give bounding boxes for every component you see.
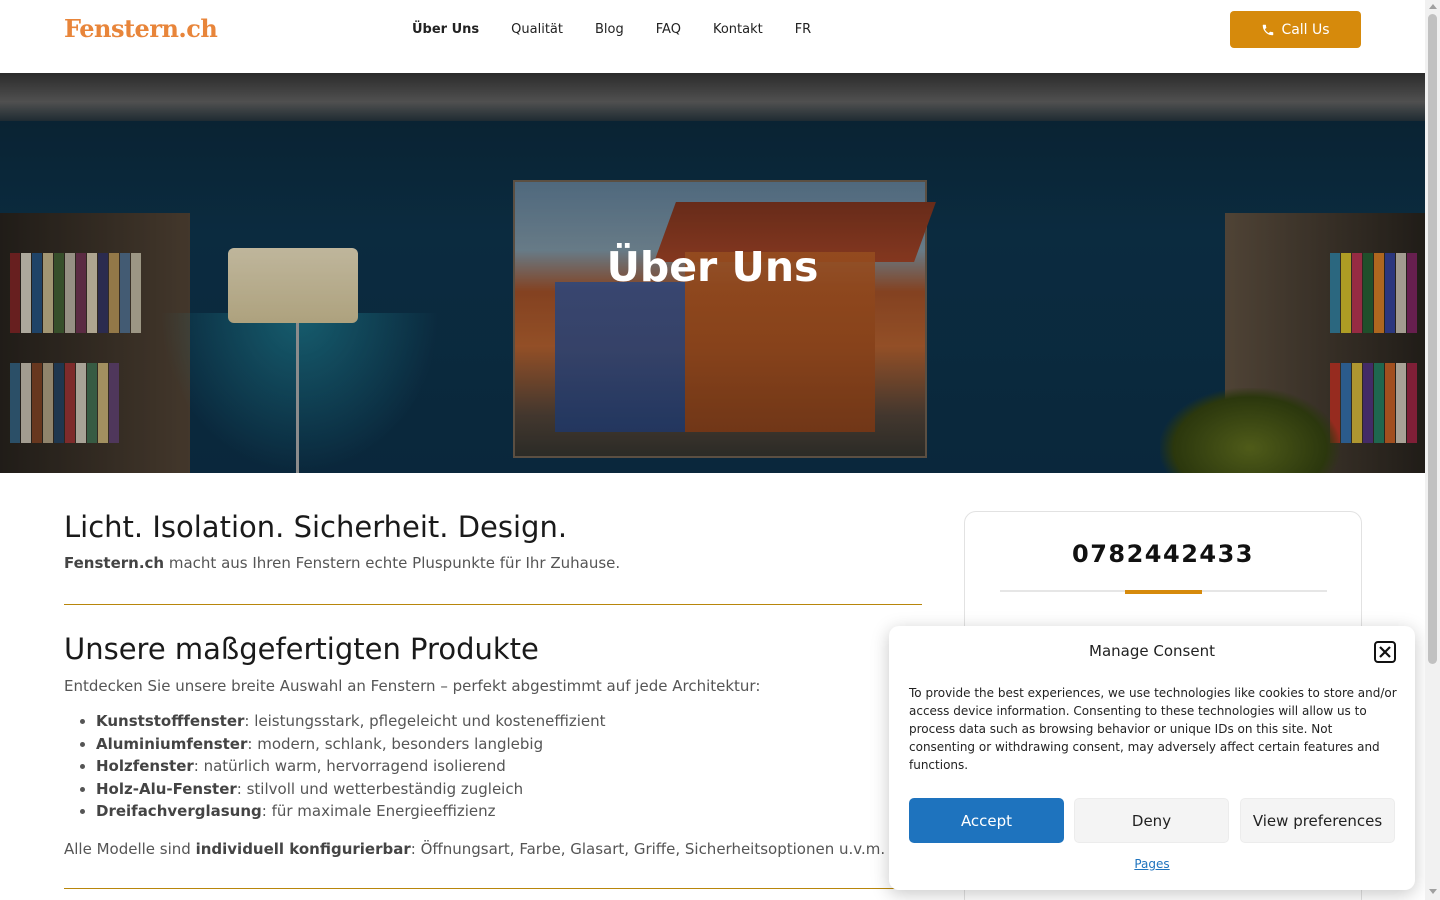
divider (64, 604, 922, 605)
phone-number[interactable]: 0782442433 (965, 540, 1361, 568)
close-button[interactable] (1374, 641, 1396, 663)
product-name: Kunststofffenster (96, 712, 245, 730)
list-item: Holzfenster: natürlich warm, hervorragen… (96, 755, 922, 778)
scroll-up-icon[interactable] (1429, 4, 1437, 9)
consent-title: Manage Consent (1089, 642, 1215, 660)
scroll-down-icon[interactable] (1429, 889, 1437, 894)
call-us-button[interactable]: Call Us (1230, 11, 1361, 48)
consent-text: To provide the best experiences, we use … (909, 686, 1397, 772)
product-desc: : modern, schlank, besonders langlebig (247, 734, 544, 753)
outro-text-end: : Öffnungsart, Farbe, Glasart, Griffe, S… (410, 839, 886, 858)
section-heading-products: Unsere maßgefertigten Produkte (64, 632, 539, 666)
nav-item-blog[interactable]: Blog (579, 22, 640, 37)
hero-banner: Über Uns (0, 73, 1425, 473)
view-preferences-button[interactable]: View preferences (1240, 798, 1395, 843)
product-desc: : leistungsstark, pflegeleicht und koste… (244, 712, 606, 730)
lead-paragraph: Fenstern.ch macht aus Ihren Fenstern ech… (64, 554, 922, 572)
main-nav: Über Uns Qualität Blog FAQ Kontakt FR (396, 0, 827, 58)
product-name: Aluminiumfenster (96, 734, 248, 753)
products-list: Kunststofffenster: leistungsstark, pfleg… (64, 710, 922, 823)
list-item: Aluminiumfenster: modern, schlank, beson… (96, 733, 922, 756)
call-us-label: Call Us (1281, 21, 1330, 38)
product-name: Holz-Alu-Fenster (96, 779, 237, 798)
main-content: Licht. Isolation. Sicherheit. Design. Fe… (64, 510, 922, 889)
product-name: Holzfenster (96, 757, 194, 775)
list-item: Dreifachverglasung: für maximale Energie… (96, 800, 922, 823)
section-heading-tagline: Licht. Isolation. Sicherheit. Design. (64, 510, 568, 544)
outro-text: Alle Modelle sind (64, 839, 196, 858)
card-divider-accent (1125, 590, 1202, 594)
lead-brand: Fenstern.ch (64, 554, 165, 572)
consent-dialog: Manage Consent To provide the best exper… (889, 626, 1415, 890)
logo[interactable]: Fenstern.ch (64, 14, 218, 43)
outro-bold: individuell konfigurierbar (195, 839, 411, 858)
nav-item-qualitaet[interactable]: Qualität (495, 22, 579, 37)
lead-text: macht aus Ihren Fenstern echte Pluspunkt… (164, 554, 621, 572)
divider (64, 887, 922, 889)
product-desc: : natürlich warm, hervorragend isolieren… (193, 757, 506, 775)
list-item: Holz-Alu-Fenster: stilvoll und wetterbes… (96, 778, 922, 801)
nav-item-kontakt[interactable]: Kontakt (697, 22, 779, 37)
hero-title: Über Uns (606, 243, 819, 291)
accept-button[interactable]: Accept (909, 798, 1064, 843)
site-header: Fenstern.ch Über Uns Qualität Blog FAQ K… (0, 0, 1425, 73)
nav-item-ueber-uns[interactable]: Über Uns (396, 22, 495, 37)
nav-item-faq[interactable]: FAQ (640, 22, 697, 37)
nav-item-fr[interactable]: FR (779, 22, 828, 37)
page-scrollbar[interactable] (1425, 0, 1440, 900)
products-intro: Entdecken Sie unsere breite Auswahl an F… (64, 677, 761, 695)
scrollbar-thumb[interactable] (1428, 14, 1437, 664)
products-outro: Alle Modelle sind individuell konfigurie… (64, 840, 922, 858)
list-item: Kunststofffenster: leistungsstark, pfleg… (96, 710, 922, 733)
product-desc: : stilvoll und wetterbeständig zugleich (236, 779, 524, 798)
product-name: Dreifachverglasung (96, 802, 262, 820)
pages-link[interactable]: Pages (889, 857, 1415, 871)
deny-button[interactable]: Deny (1074, 798, 1229, 843)
product-desc: : für maximale Energieeffizienz (261, 802, 496, 820)
close-icon (1379, 646, 1391, 658)
phone-icon (1263, 24, 1274, 35)
